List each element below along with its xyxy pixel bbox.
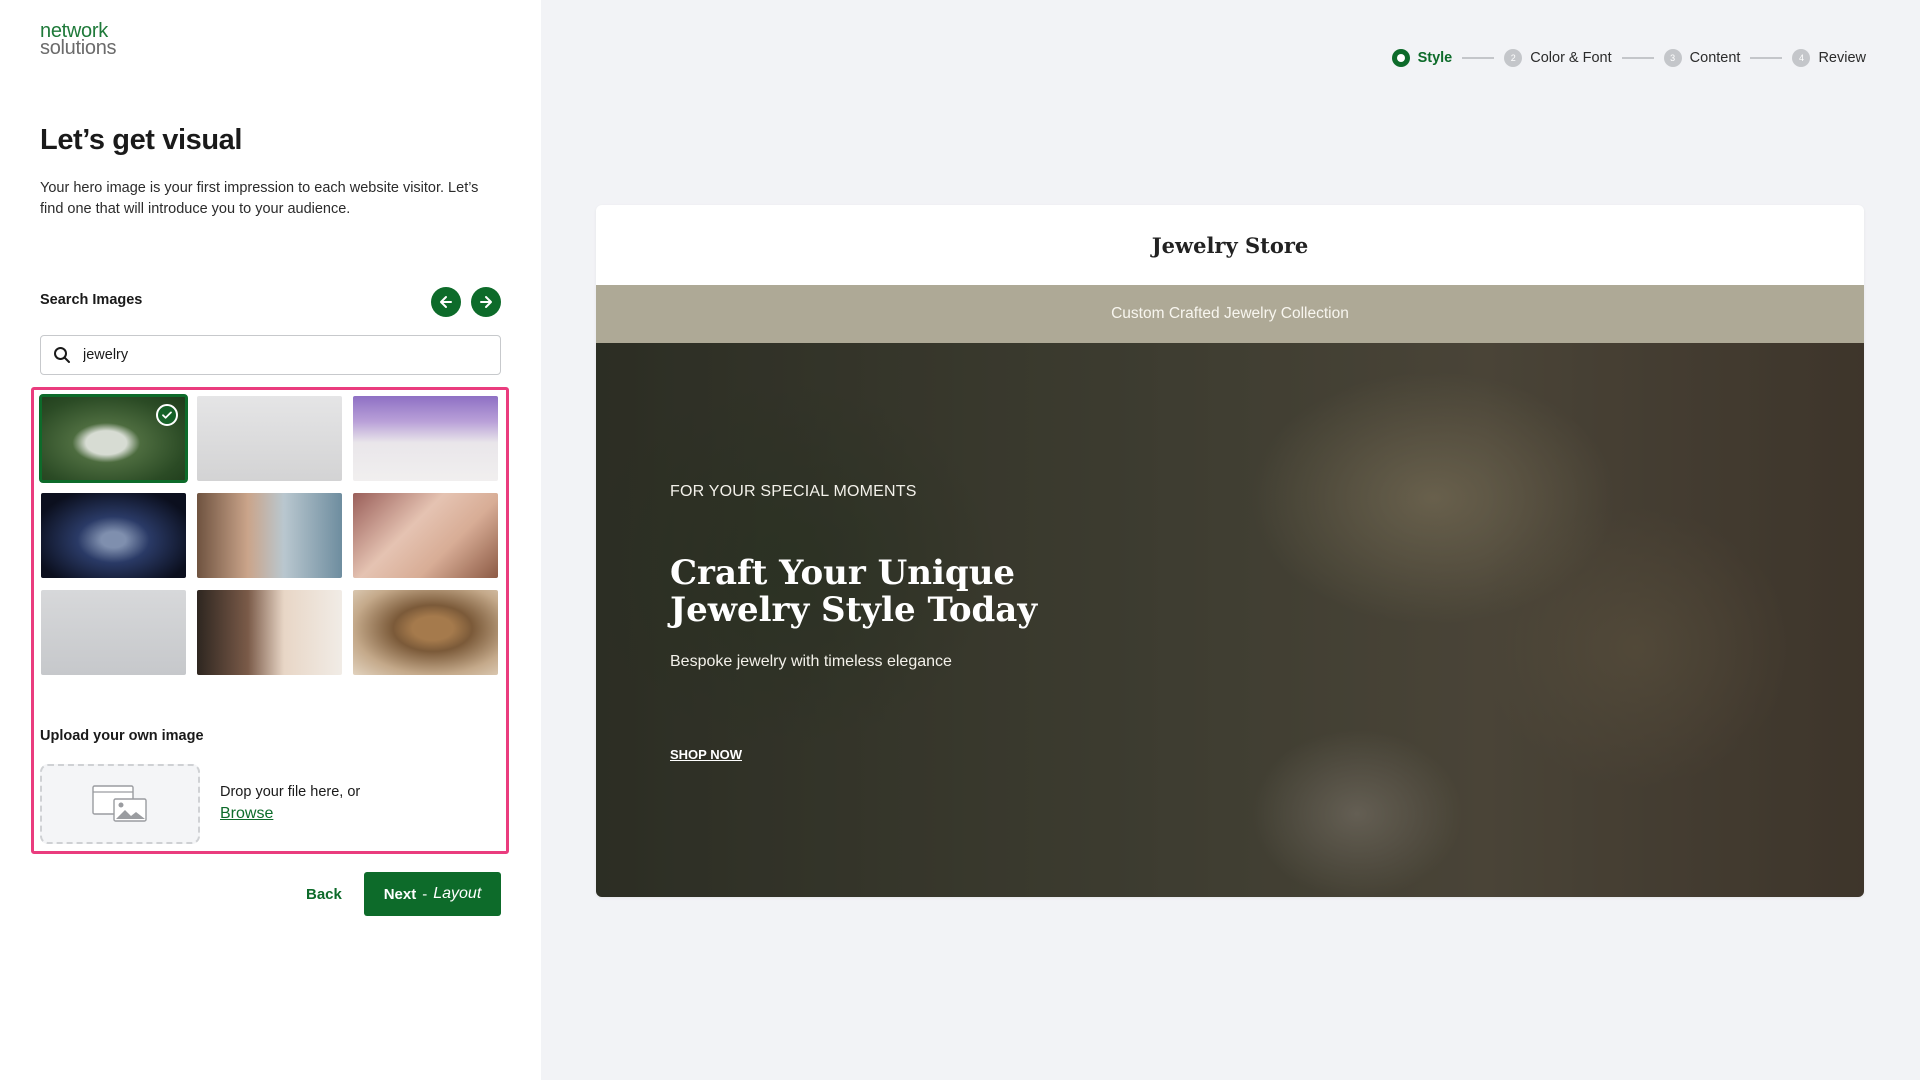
step-label: Content	[1689, 50, 1741, 66]
next-layout-button[interactable]: Next - Layout	[364, 872, 501, 916]
back-button[interactable]: Back	[306, 886, 342, 903]
intro-text: Your hero image is your first impression…	[40, 180, 479, 217]
step-review[interactable]: 4 Review	[1792, 49, 1866, 67]
step-number: 4	[1792, 49, 1811, 67]
step-connector	[1750, 57, 1783, 59]
step-number: 2	[1504, 49, 1523, 67]
page-title: Let’s get visual	[40, 124, 243, 156]
step-color-font[interactable]: 2 Color & Font	[1504, 49, 1612, 67]
arrow-left-icon	[440, 296, 452, 308]
image-thumbnail[interactable]	[197, 396, 342, 481]
network-solutions-logo[interactable]: network solutions	[40, 21, 117, 59]
hero-image: FOR YOUR SPECIAL MOMENTS Craft Your Uniq…	[596, 343, 1864, 897]
image-thumbnail[interactable]	[197, 590, 342, 675]
next-button-target: Layout	[433, 885, 482, 902]
arrow-right-icon	[480, 296, 492, 308]
next-page-button[interactable]	[471, 287, 501, 317]
upload-dropzone[interactable]	[40, 764, 200, 844]
step-connector	[1462, 57, 1495, 59]
image-results-grid	[39, 394, 499, 675]
image-thumbnail[interactable]	[41, 493, 186, 578]
browse-link[interactable]: Browse	[220, 805, 273, 823]
announcement-banner: Custom Crafted Jewelry Collection	[596, 285, 1864, 343]
image-thumbnail[interactable]	[41, 590, 186, 675]
progress-stepper: Style 2 Color & Font 3 Content 4 Review	[1391, 48, 1866, 68]
step-style[interactable]: Style	[1391, 49, 1453, 67]
hero-title: Craft Your Unique Jewelry Style Today	[670, 553, 1038, 630]
image-thumbnail[interactable]	[197, 493, 342, 578]
logo-line-2: solutions	[40, 37, 117, 59]
check-circle-icon	[156, 404, 178, 426]
store-name: Jewelry Store	[1151, 232, 1309, 258]
step-number: 3	[1663, 49, 1682, 67]
step-connector	[1621, 57, 1654, 59]
hero-subtitle: Bespoke jewelry with timeless elegance	[670, 653, 952, 670]
search-box[interactable]	[40, 335, 501, 375]
left-panel: network solutions Let’s get visual Your …	[0, 0, 541, 1080]
image-thumbnail[interactable]	[353, 493, 498, 578]
search-icon	[54, 347, 70, 363]
step-active-icon	[1391, 49, 1410, 67]
search-images-label: Search Images	[40, 292, 143, 308]
next-button-separator: -	[422, 885, 428, 903]
step-label: Style	[1417, 50, 1453, 66]
step-content[interactable]: 3 Content	[1663, 49, 1741, 67]
shop-now-link[interactable]: SHOP NOW	[670, 747, 742, 762]
image-thumbnail[interactable]	[353, 590, 498, 675]
search-input[interactable]	[83, 347, 463, 363]
next-button-label: Next	[383, 885, 417, 903]
image-thumbnail-selected[interactable]	[39, 394, 188, 483]
drop-instructions: Drop your file here, or	[220, 784, 361, 800]
image-thumbnail[interactable]	[353, 396, 498, 481]
upload-label: Upload your own image	[40, 728, 204, 744]
step-label: Color & Font	[1530, 50, 1612, 66]
step-label: Review	[1818, 50, 1866, 66]
image-upload-icon	[92, 785, 147, 822]
website-preview: Jewelry Store Custom Crafted Jewelry Col…	[596, 205, 1864, 897]
hero-kicker: FOR YOUR SPECIAL MOMENTS	[670, 483, 917, 500]
previous-page-button[interactable]	[431, 287, 461, 317]
